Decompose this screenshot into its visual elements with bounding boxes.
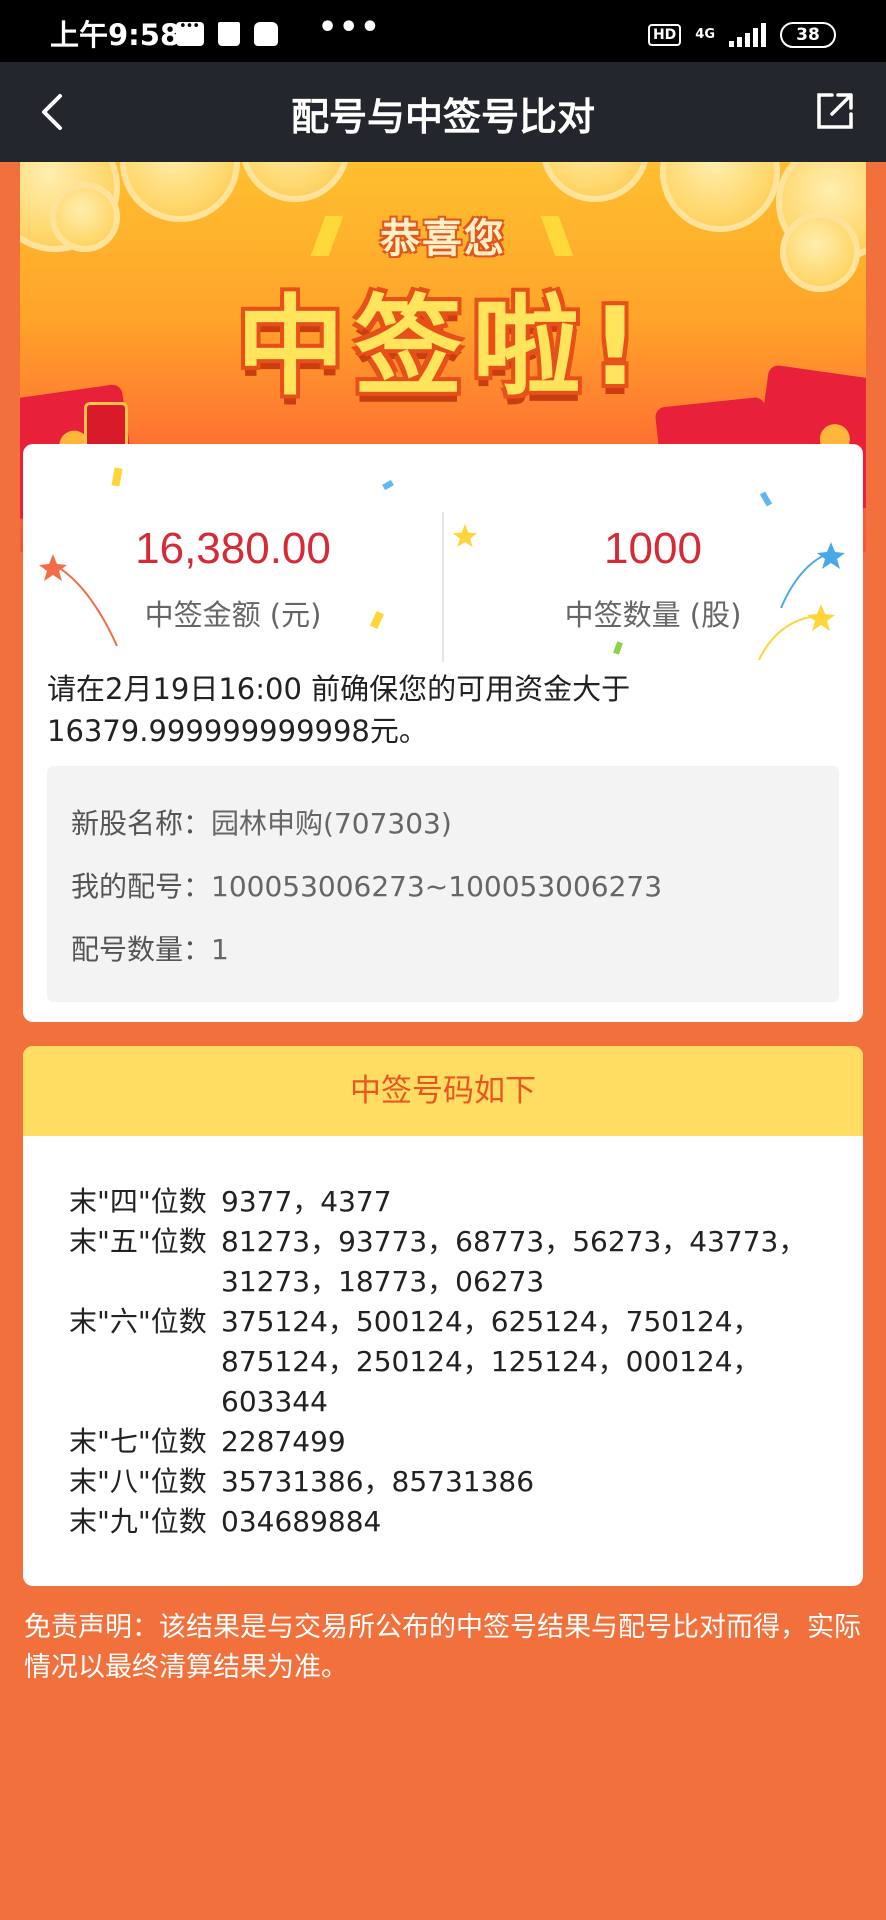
confetti-decoration xyxy=(759,491,773,507)
my-number-row: 我的配号：100053006273~100053006273 xyxy=(71,865,662,905)
digit-values: 2287499 xyxy=(221,1425,346,1458)
winning-numbers-card: 中签号码如下 末"四"位数 9377，4377 末"五"位数 81273，937… xyxy=(23,1046,863,1586)
list-item: 末"七"位数 2287499 xyxy=(69,1422,829,1462)
list-item: 末"八"位数 35731386，85731386 xyxy=(69,1462,829,1502)
status-time: 上午9:58 xyxy=(50,18,181,52)
disclaimer-text: 免责声明：该结果是与交易所公布的中签号结果与配号比对而得，实际情况以最终清算结果… xyxy=(24,1612,861,1683)
winning-numbers-header: 中签号码如下 xyxy=(23,1046,863,1136)
message-icon xyxy=(176,19,204,46)
digit-label: 末"七"位数 xyxy=(69,1425,207,1458)
more-notifications-icon: ••• xyxy=(318,10,382,45)
digit-label: 末"八"位数 xyxy=(69,1465,207,1498)
number-count-label: 配号数量： xyxy=(71,933,212,966)
winning-amount-label: 中签金额 (元) xyxy=(144,598,322,632)
winning-amount: 16,380.00 中签金额 (元) xyxy=(23,524,443,634)
digit-values: 034689884 xyxy=(221,1505,382,1538)
list-item: 末"四"位数 9377，4377 xyxy=(69,1182,829,1222)
nav-bar: 配号与中签号比对 xyxy=(0,62,886,162)
battery-icon: 38 xyxy=(780,22,836,48)
digit-label: 末"五"位数 xyxy=(69,1225,207,1258)
digit-values: 81273，93773，68773，56273，43773， 31273，187… xyxy=(221,1225,807,1298)
digit-label: 末"九"位数 xyxy=(69,1505,207,1538)
winning-quantity-value: 1000 xyxy=(604,524,702,573)
digit-values: 35731386，85731386 xyxy=(221,1465,535,1498)
banner-headline: 中签啦! xyxy=(236,285,650,410)
banner-subtitle: 恭喜您 xyxy=(380,216,506,262)
list-item: 末"六"位数 375124，500124，625124，750124， 8751… xyxy=(69,1302,829,1422)
digit-label: 末"六"位数 xyxy=(69,1305,207,1338)
stock-name-label: 新股名称： xyxy=(71,807,212,840)
shopping-bag-icon xyxy=(254,22,278,46)
hd-icon: HD xyxy=(647,24,682,46)
digit-values: 375124，500124，625124，750124， 875124，2501… xyxy=(221,1305,761,1418)
winning-quantity-label: 中签数量 (股) xyxy=(564,598,742,632)
system-icons: HD 4G 38 xyxy=(647,22,836,48)
payment-notice: 请在2月19日16:00 前确保您的可用资金大于16379.9999999999… xyxy=(47,672,631,748)
confetti-decoration xyxy=(613,641,623,655)
digit-values: 9377，4377 xyxy=(221,1185,392,1218)
confetti-decoration xyxy=(382,479,394,491)
winning-amount-value: 16,380.00 xyxy=(135,524,331,573)
winning-numbers-list: 末"四"位数 9377，4377 末"五"位数 81273，93773，6877… xyxy=(69,1182,829,1542)
stock-name-value: 园林申购(707303) xyxy=(211,807,452,840)
trash-icon xyxy=(218,22,240,46)
stock-name-row: 新股名称：园林申购(707303) xyxy=(71,802,452,842)
external-share-icon[interactable] xyxy=(814,90,856,132)
status-bar: 上午9:58 ••• HD 4G 38 xyxy=(0,0,886,62)
notification-icons xyxy=(176,19,278,46)
result-card: 16,380.00 中签金额 (元) 1000 中签数量 (股) 请在2月19日… xyxy=(23,444,863,1022)
page-title: 配号与中签号比对 xyxy=(290,95,595,139)
allotment-info-box: 新股名称：园林申购(707303) 我的配号：100053006273~1000… xyxy=(47,766,839,1002)
confetti-decoration xyxy=(111,467,123,487)
my-number-label: 我的配号： xyxy=(71,870,212,903)
network-type: 4G xyxy=(695,27,715,42)
list-item: 末"五"位数 81273，93773，68773，56273，43773， 31… xyxy=(69,1222,829,1302)
coin-decoration xyxy=(240,162,350,202)
digit-label: 末"四"位数 xyxy=(69,1185,207,1218)
number-count-row: 配号数量：1 xyxy=(71,928,229,968)
number-count-value: 1 xyxy=(211,933,229,966)
coin-decoration xyxy=(540,162,650,202)
my-number-value: 100053006273~100053006273 xyxy=(211,870,663,903)
winning-quantity: 1000 中签数量 (股) xyxy=(443,524,863,634)
signal-icon xyxy=(729,23,766,47)
list-item: 末"九"位数 034689884 xyxy=(69,1502,829,1542)
